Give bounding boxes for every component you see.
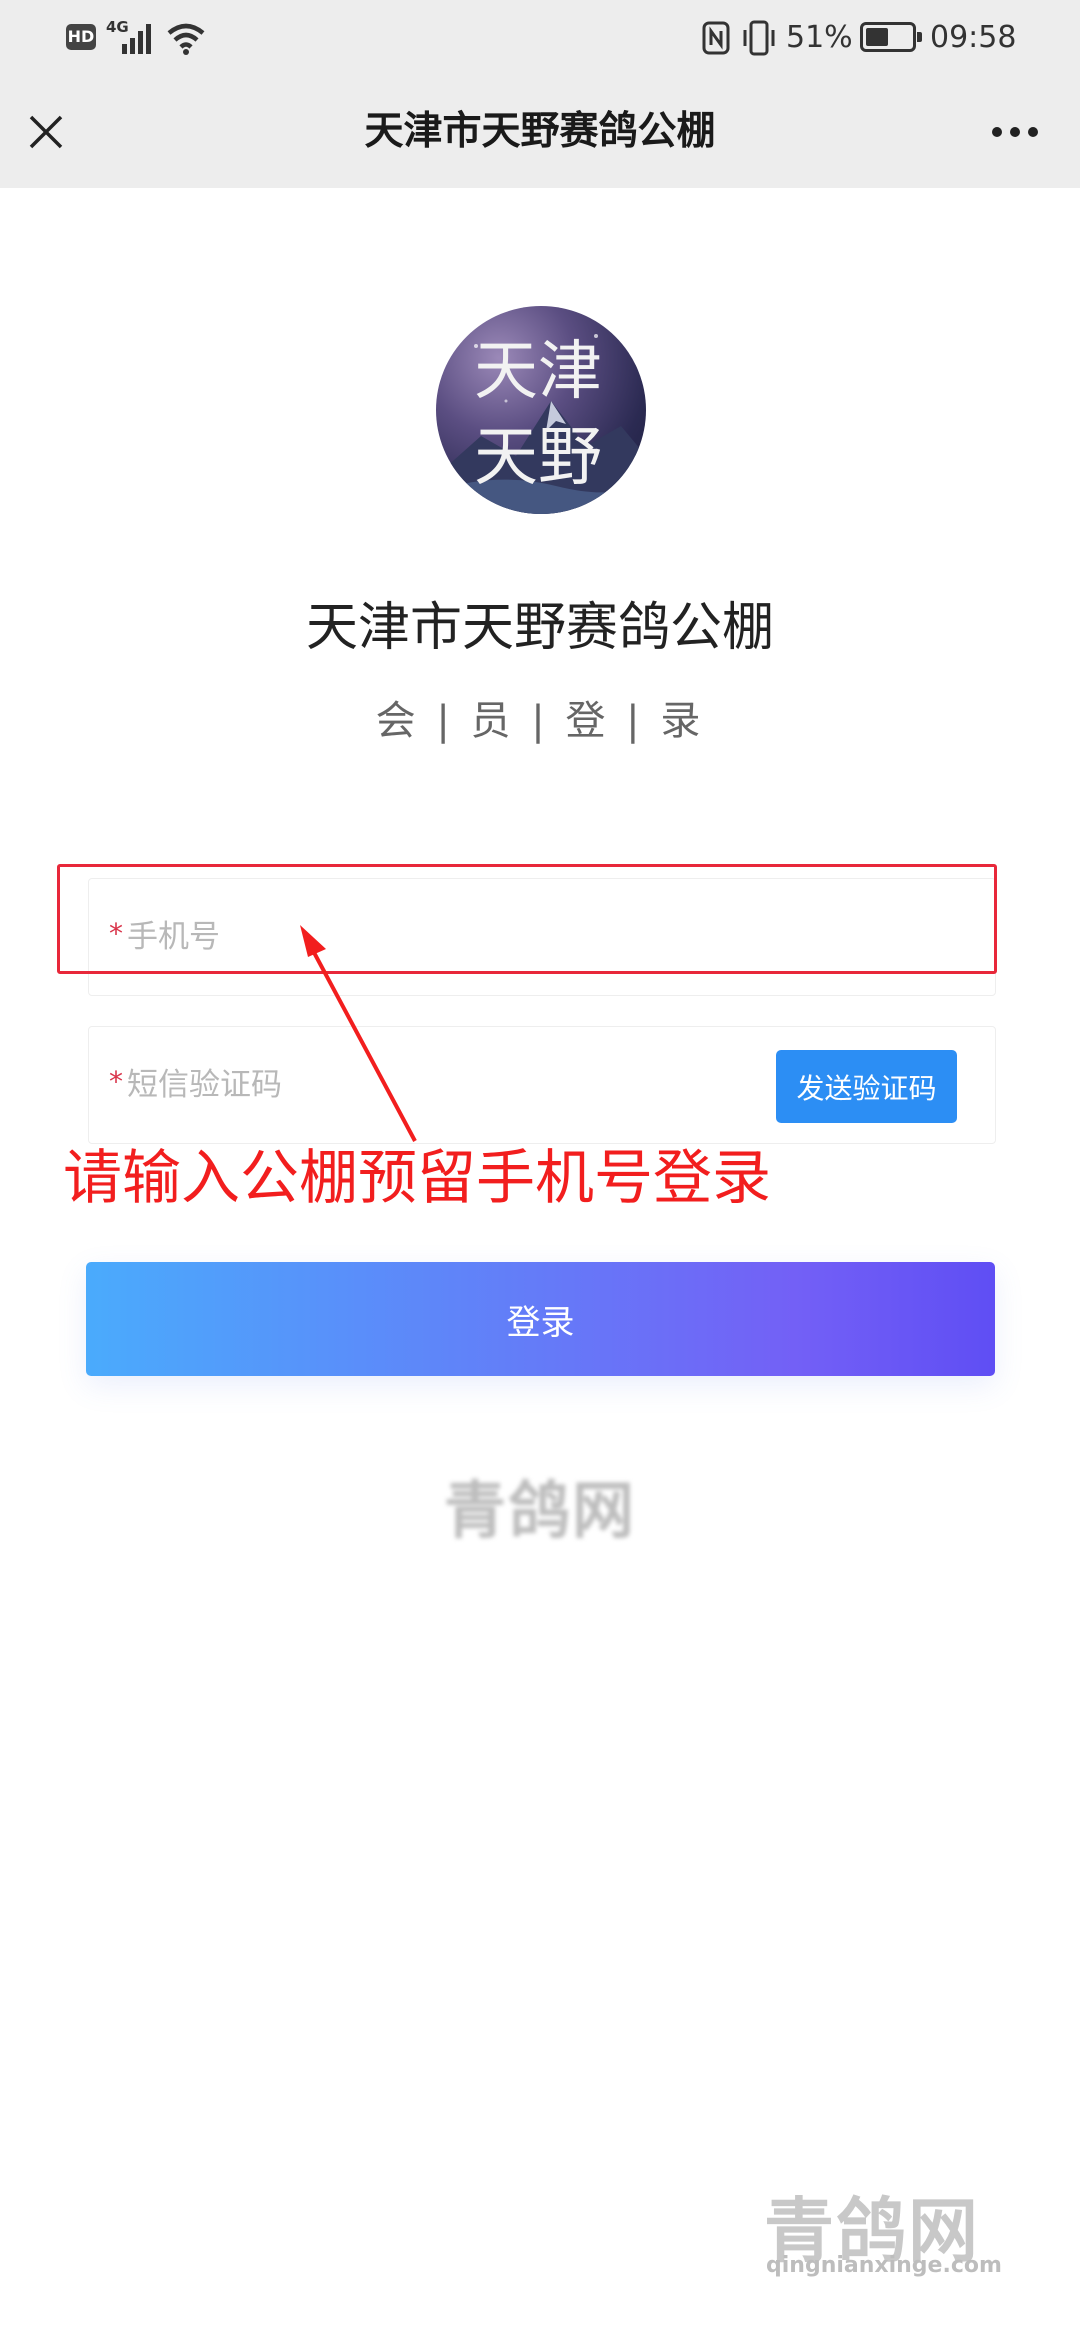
battery-percent: 51%: [786, 20, 853, 55]
signal-icon: [122, 24, 151, 54]
battery-icon: [860, 22, 922, 52]
club-logo: 天津 天野: [436, 306, 646, 514]
more-icon[interactable]: [990, 118, 1040, 146]
vibrate-icon: [743, 20, 775, 56]
login-button[interactable]: 登录: [86, 1262, 995, 1376]
logo-text-line1: 天津: [474, 335, 602, 409]
wifi-icon: [167, 23, 205, 55]
send-code-button[interactable]: 发送验证码: [776, 1050, 957, 1123]
page-title: 天津市天野赛鸽公棚: [364, 109, 716, 154]
sms-code-field: * 发送验证码: [88, 1026, 996, 1144]
watermark-url: qingnianxinge.com: [766, 2253, 1002, 2278]
close-icon[interactable]: [27, 113, 65, 151]
clock: 09:58: [930, 20, 1017, 55]
watermark-center: 青鸽网: [443, 1474, 636, 1547]
annotation-arrow: [300, 925, 417, 1142]
annotation-text: 请输入公棚预留手机号登录: [63, 1143, 772, 1212]
login-subtitle: 会 | 员 | 登 | 录: [375, 698, 705, 744]
highlight-box: [57, 864, 997, 974]
brand-title: 天津市天野赛鸽公棚: [305, 598, 774, 658]
nfc-icon: [702, 21, 730, 55]
logo-text-line2: 天野: [474, 421, 602, 495]
required-mark: *: [109, 1065, 123, 1098]
hd-badge: HD: [66, 24, 96, 50]
